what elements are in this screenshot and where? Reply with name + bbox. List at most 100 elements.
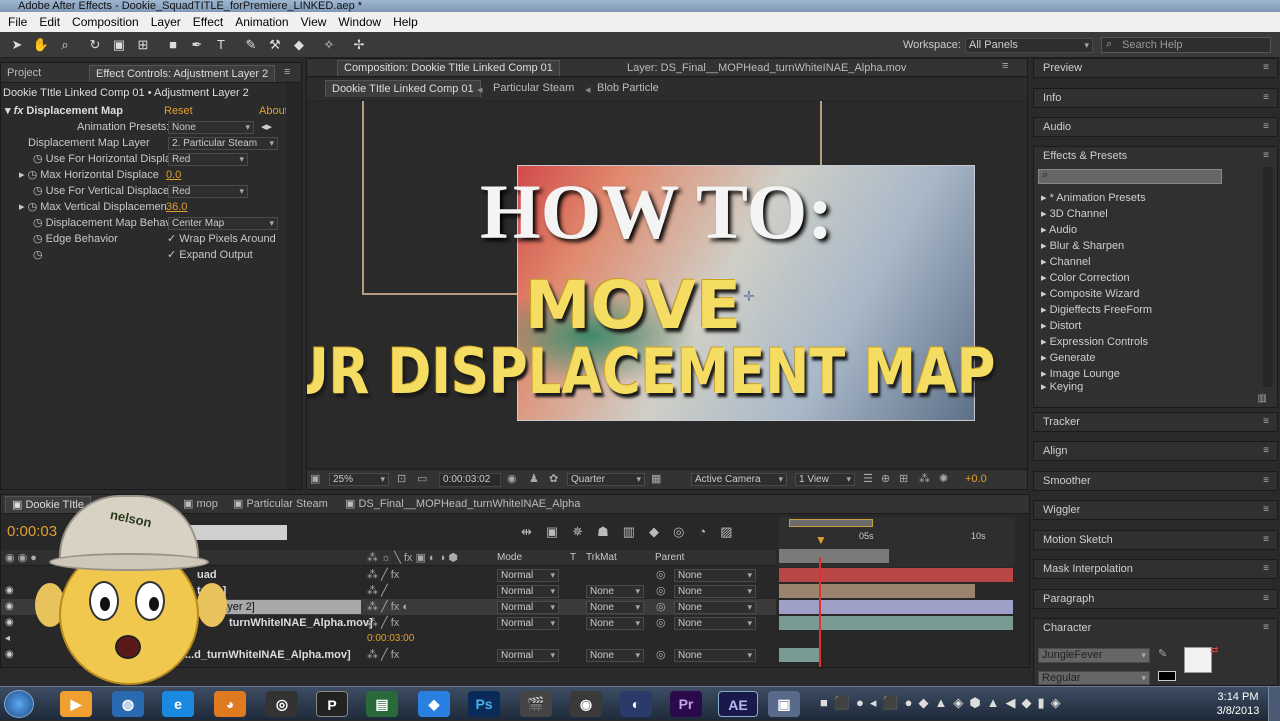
flow-particular-steam[interactable]: Particular Steam: [487, 80, 580, 97]
exposure-value[interactable]: +0.0: [965, 473, 987, 485]
mode-dropdown[interactable]: Normal: [497, 585, 559, 598]
panel-menu-icon[interactable]: ≡: [1263, 534, 1269, 545]
list-item[interactable]: ▸ Image Lounge: [1041, 366, 1120, 382]
audio-panel[interactable]: Audio ≡: [1033, 117, 1278, 137]
comp-viewer[interactable]: ✛ HOW TO: MOVE YOUR DISPLACEMENT MAP: [307, 101, 1027, 467]
parent-dropdown[interactable]: None: [674, 617, 756, 630]
wiggler-panel[interactable]: Wiggler ≡: [1033, 500, 1278, 520]
character-label[interactable]: Character: [1043, 622, 1091, 634]
stroke-color-swatch[interactable]: [1158, 671, 1176, 681]
list-item[interactable]: ▸ Keying: [1041, 382, 1083, 392]
channel-icon[interactable]: ✿: [549, 472, 558, 485]
clone-stamp-tool-icon[interactable]: ⚒: [266, 36, 284, 54]
layer-bar[interactable]: [779, 616, 1013, 630]
panel-menu-icon[interactable]: ≡: [1263, 593, 1269, 604]
premiere-elements-icon[interactable]: P: [316, 691, 348, 717]
mode-dropdown[interactable]: Normal: [497, 617, 559, 630]
anchor-point-icon[interactable]: ✛: [743, 288, 755, 305]
swap-colors-icon[interactable]: ⇄: [1210, 645, 1218, 656]
clapperboard-icon[interactable]: 🎬: [520, 691, 552, 717]
list-item[interactable]: ▸ Generate: [1041, 350, 1095, 366]
trkmat-dropdown[interactable]: None: [586, 617, 644, 630]
zoom-tool-icon[interactable]: ⌕: [56, 36, 74, 54]
system-tray-icons[interactable]: ■⬛●◂⬛●◆▲◈⬢▲◀◆▮◈: [820, 695, 1067, 711]
expand-triangle-icon[interactable]: ▾: [5, 105, 14, 117]
stopwatch-icon[interactable]: ◷: [33, 153, 46, 165]
wrap-pixels-checkbox[interactable]: ✓ Wrap Pixels Around: [167, 231, 276, 247]
brush-tool-icon[interactable]: ✎: [242, 36, 260, 54]
clock-time[interactable]: 3:14 PM: [1214, 691, 1262, 703]
panel-menu-icon[interactable]: ≡: [1263, 62, 1269, 73]
mode-dropdown[interactable]: Normal: [497, 601, 559, 614]
flowchart-icon[interactable]: ⁂: [919, 472, 930, 485]
eye-icon[interactable]: ◉: [5, 647, 14, 663]
effects-presets-label[interactable]: Effects & Presets: [1043, 150, 1127, 162]
parent-dropdown[interactable]: None: [674, 585, 756, 598]
eye-icon[interactable]: ◉: [5, 599, 14, 615]
always-preview-icon[interactable]: ▣: [310, 472, 320, 485]
max-vertical-value[interactable]: 36.0: [166, 199, 187, 215]
layer-bar[interactable]: [779, 600, 1013, 614]
pick-whip-icon[interactable]: ◎: [656, 647, 666, 663]
stopwatch-icon[interactable]: ◷: [33, 217, 46, 229]
list-item[interactable]: ▸ Expression Controls: [1041, 334, 1148, 350]
expand-output-checkbox[interactable]: ✓ Expand Output: [167, 247, 253, 263]
menu-window[interactable]: Window: [332, 15, 387, 29]
panel-menu-icon[interactable]: ≡: [284, 66, 290, 78]
parent-dropdown[interactable]: None: [674, 601, 756, 614]
keyframe-nav-icon[interactable]: ◂: [5, 631, 14, 647]
timeline-icon[interactable]: ⊞: [899, 472, 908, 485]
flow-comp[interactable]: Dookie TItle Linked Comp 01: [325, 80, 481, 97]
menu-animation[interactable]: Animation: [229, 15, 294, 29]
search-help-field[interactable]: ⌕ Search Help: [1101, 37, 1271, 53]
after-effects-icon[interactable]: AE: [718, 691, 758, 717]
displacement-layer-dropdown[interactable]: 2. Particular Steam: [168, 137, 278, 150]
list-item[interactable]: ▸ Audio: [1041, 222, 1077, 238]
flow-blob-particle[interactable]: Blob Particle: [591, 80, 665, 97]
pick-whip-icon[interactable]: ◎: [656, 615, 666, 631]
panel-menu-icon[interactable]: ≡: [1263, 445, 1269, 456]
eye-icon[interactable]: ◉: [5, 615, 14, 631]
fx-icon[interactable]: fx: [14, 105, 24, 117]
media-player-icon[interactable]: ▶: [60, 691, 92, 717]
snapshot-icon[interactable]: ◉: [507, 472, 517, 485]
eye-icon[interactable]: ◉: [5, 583, 14, 599]
panel-menu-icon[interactable]: ≡: [1263, 622, 1269, 633]
roto-brush-tool-icon[interactable]: ✧: [320, 36, 338, 54]
layer-switches-icon[interactable]: ⁂ ╱ fx: [367, 615, 399, 631]
animation-presets-dropdown[interactable]: None: [168, 121, 254, 134]
eraser-tool-icon[interactable]: ◆: [290, 36, 308, 54]
effect-header[interactable]: ▾ fx Displacement Map: [5, 103, 123, 119]
panel-menu-icon[interactable]: ≡: [1263, 563, 1269, 574]
trash-icon[interactable]: ▥: [1258, 393, 1267, 404]
list-item[interactable]: ▸ Color Correction: [1041, 270, 1130, 286]
photoshop-icon[interactable]: Ps: [468, 691, 500, 717]
fill-color-swatch[interactable]: [1184, 647, 1212, 673]
zoom-dropdown[interactable]: 25%: [329, 473, 389, 486]
layer-switches-icon[interactable]: ⁂ ╱ fx: [367, 567, 399, 583]
resolution-dropdown[interactable]: Quarter: [567, 473, 645, 486]
list-item[interactable]: ▸ Composite Wizard: [1041, 286, 1139, 302]
menu-help[interactable]: Help: [387, 15, 424, 29]
clock-date[interactable]: 3/8/2013: [1214, 705, 1262, 717]
current-time-indicator-icon[interactable]: ▼: [815, 533, 827, 547]
cinema4d-icon[interactable]: ◐: [620, 691, 652, 717]
current-time[interactable]: 0:00:03:02: [439, 473, 501, 487]
effects-search-input[interactable]: ⌕: [1038, 169, 1222, 184]
parent-dropdown[interactable]: None: [674, 569, 756, 582]
tab-effect-controls[interactable]: Effect Controls: Adjustment Layer 2: [89, 65, 276, 82]
tab-project[interactable]: Project: [1, 65, 47, 82]
tab-layer[interactable]: Layer: DS_Final__MOPHead_turnWhiteINAE_A…: [621, 60, 912, 77]
preview-panel[interactable]: Preview ≡: [1033, 58, 1278, 78]
show-snapshot-icon[interactable]: ♟: [529, 472, 539, 485]
pick-whip-icon[interactable]: ◎: [656, 599, 666, 615]
camera-dropdown[interactable]: Active Camera: [691, 473, 787, 486]
internet-explorer-icon[interactable]: e: [162, 691, 194, 717]
layer-switches-icon[interactable]: ⁂ ╱ fx ◐: [367, 599, 409, 615]
reset-link[interactable]: Reset: [164, 103, 193, 119]
keyframe-time[interactable]: 0:00:03:00: [367, 631, 414, 647]
rectangle-tool-icon[interactable]: ■: [164, 36, 182, 54]
selection-tool-icon[interactable]: ➤: [8, 36, 26, 54]
panel-menu-icon[interactable]: ≡: [1263, 416, 1269, 427]
menu-edit[interactable]: Edit: [33, 15, 66, 29]
